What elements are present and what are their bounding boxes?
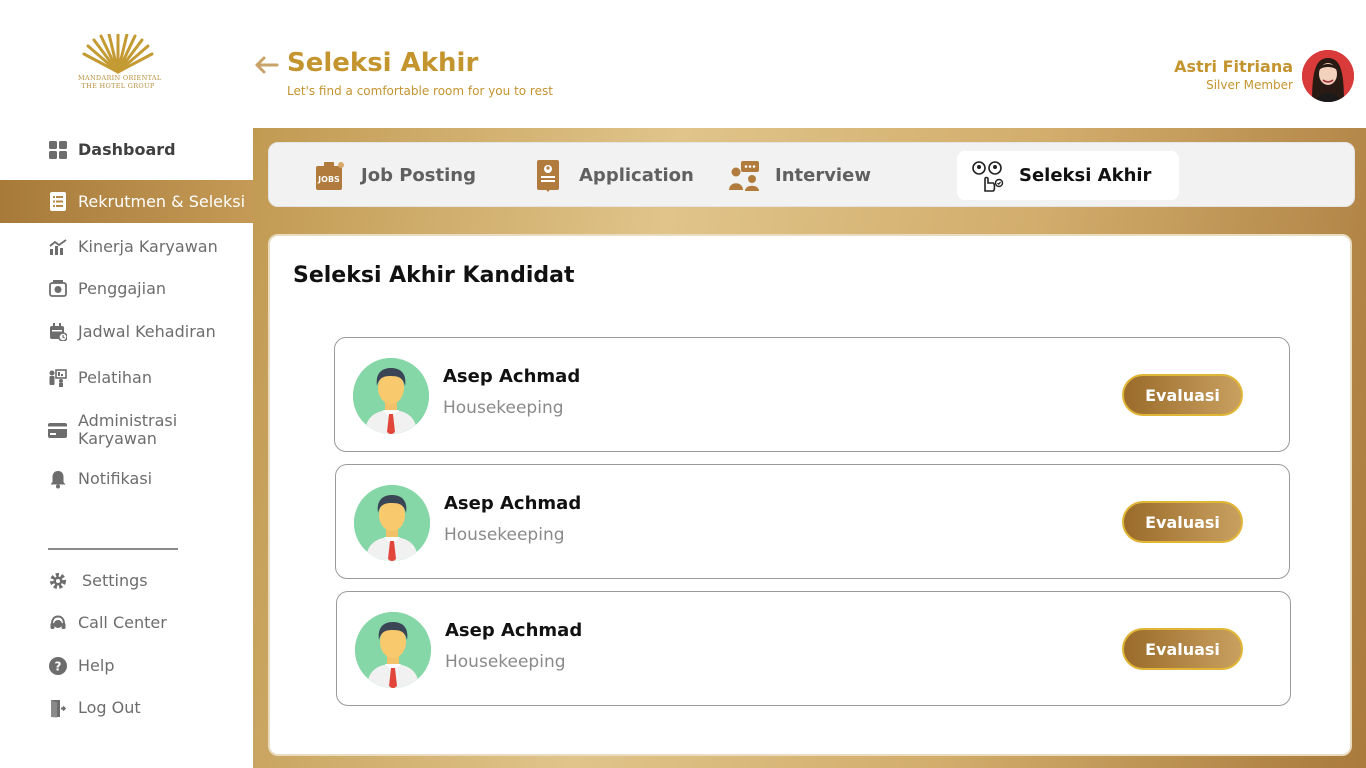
sidebar-item-pelatihan[interactable]: Pelatihan [0, 368, 253, 388]
candidate-avatar [354, 485, 430, 561]
training-presentation-icon [48, 369, 67, 388]
sidebar-item-label: Rekrutmen & Seleksi [78, 191, 246, 211]
sidebar-item-kinerja[interactable]: Kinerja Karyawan [0, 237, 253, 257]
fan-logo-icon [82, 34, 154, 74]
sidebar-item-label: Jadwal Kehadiran [78, 322, 216, 341]
gear-icon [48, 572, 67, 591]
sidebar-item-dashboard[interactable]: Dashboard [0, 140, 253, 160]
page-subtitle: Let's find a comfortable room for you to… [287, 84, 553, 98]
section-title: Seleksi Akhir Kandidat [293, 263, 575, 288]
application-form-icon [531, 159, 565, 193]
brand-tagline: THE HOTEL GROUP [81, 82, 155, 90]
dashboard-grid-icon [48, 141, 67, 160]
candidate-avatar [353, 358, 429, 434]
sidebar-item-logout[interactable]: Log Out [0, 698, 253, 718]
sidebar-item-penggajian[interactable]: Penggajian [0, 279, 253, 299]
user-membership: Silver Member [1206, 78, 1293, 92]
help-circle-icon: ? [48, 657, 67, 676]
tab-application[interactable]: Application [531, 151, 694, 200]
tab-label: Job Posting [361, 165, 476, 186]
candidate-role: Housekeeping [444, 525, 565, 545]
sidebar-item-notifikasi[interactable]: Notifikasi [0, 469, 253, 489]
tab-label: Seleksi Akhir [1019, 165, 1152, 186]
sidebar-item-label: Settings [82, 571, 148, 590]
headset-icon [48, 614, 67, 633]
sidebar-item-label: Penggajian [78, 279, 167, 298]
sidebar-item-label: Pelatihan [78, 368, 152, 387]
tab-label: Application [579, 165, 694, 186]
candidate-name: Asep Achmad [444, 493, 582, 514]
page-title: Seleksi Akhir [287, 48, 479, 78]
jobs-board-icon: JOBS [313, 159, 347, 193]
tab-bar: JOBS Job Posting Application Interview S… [268, 142, 1355, 207]
sidebar-item-jadwal[interactable]: Jadwal Kehadiran [0, 322, 253, 342]
document-list-icon [48, 192, 67, 211]
candidate-select-icon [971, 159, 1005, 193]
card-icon [48, 421, 67, 440]
candidate-card: Asep Achmad Housekeeping Evaluasi [336, 591, 1291, 706]
tab-job-posting[interactable]: JOBS Job Posting [313, 151, 476, 200]
sidebar: MANDARIN ORIENTAL THE HOTEL GROUP Dashbo… [0, 0, 253, 768]
sidebar-item-call-center[interactable]: Call Center [0, 613, 253, 633]
chart-growth-icon [48, 238, 67, 257]
sidebar-item-rekrutmen[interactable]: Rekrutmen & Seleksi [0, 180, 253, 223]
candidate-card: Asep Achmad Housekeeping Evaluasi [335, 464, 1290, 579]
sidebar-item-label: Log Out [78, 698, 141, 717]
sidebar-item-label: Call Center [78, 613, 167, 632]
svg-text:JOBS: JOBS [317, 175, 340, 184]
sidebar-item-label: Help [78, 656, 115, 675]
sidebar-item-label: Kinerja Karyawan [78, 237, 218, 256]
payroll-icon [48, 280, 67, 299]
bell-icon [48, 470, 67, 489]
tab-seleksi-akhir[interactable]: Seleksi Akhir [957, 151, 1180, 200]
sidebar-item-help[interactable]: ? Help [0, 656, 253, 676]
evaluasi-button[interactable]: Evaluasi [1122, 501, 1243, 543]
brand-name: MANDARIN ORIENTAL [78, 74, 162, 82]
evaluasi-button[interactable]: Evaluasi [1122, 628, 1243, 670]
evaluasi-button[interactable]: Evaluasi [1122, 374, 1243, 416]
sidebar-divider [48, 548, 178, 550]
candidate-card: Asep Achmad Housekeeping Evaluasi [334, 337, 1290, 452]
sidebar-item-administrasi[interactable]: Administrasi Karyawan [0, 411, 253, 449]
user-name: Astri Fitriana [1174, 57, 1293, 76]
svg-text:?: ? [54, 660, 61, 674]
sidebar-item-label: Dashboard [78, 140, 176, 159]
candidate-name: Asep Achmad [445, 620, 583, 641]
sidebar-item-label: Notifikasi [78, 469, 153, 488]
back-arrow-icon[interactable] [254, 52, 280, 78]
logout-door-icon [48, 699, 67, 718]
calendar-clock-icon [48, 323, 67, 342]
candidate-role: Housekeeping [443, 398, 564, 418]
sidebar-item-settings[interactable]: Settings [0, 571, 253, 591]
candidate-role: Housekeeping [445, 652, 566, 672]
candidate-name: Asep Achmad [443, 366, 581, 387]
tab-label: Interview [775, 165, 871, 186]
brand-logo[interactable]: MANDARIN ORIENTAL THE HOTEL GROUP [78, 34, 162, 98]
tab-interview[interactable]: Interview [727, 151, 871, 200]
interview-chat-icon [727, 159, 761, 193]
user-avatar[interactable] [1302, 50, 1354, 102]
sidebar-item-label: Administrasi Karyawan [78, 411, 178, 448]
candidate-avatar [355, 612, 431, 688]
